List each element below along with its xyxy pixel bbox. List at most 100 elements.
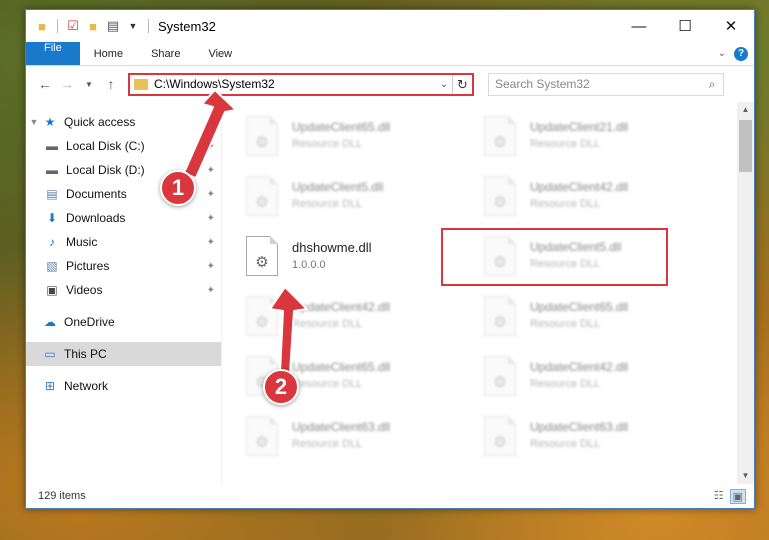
pin-icon[interactable]: ✦ — [207, 165, 215, 176]
nav-label: This PC — [64, 347, 107, 361]
minimize-button[interactable]: — — [616, 10, 662, 42]
scroll-thumb[interactable] — [739, 120, 752, 172]
drive-icon: ▬ — [46, 163, 58, 177]
drive-icon: ▬ — [46, 139, 58, 153]
file-item[interactable]: ⚙ UpdateClient63.dll Resource DLL — [484, 412, 722, 472]
dll-file-icon: ⚙ — [246, 296, 278, 336]
ribbon-tabs: File Home Share View ⌄ ? — [26, 42, 754, 66]
dll-file-icon: ⚙ — [246, 236, 278, 276]
pin-icon[interactable]: ✦ — [207, 141, 215, 152]
nav-pictures[interactable]: ▧ Pictures ✦ — [26, 254, 221, 278]
file-name: UpdateClient5.dll — [292, 180, 384, 194]
tab-share[interactable]: Share — [137, 42, 194, 65]
navigation-pane: ▼ ★ Quick access ▬ Local Disk (C:) ✦ ▬ L… — [26, 102, 222, 484]
dll-file-icon: ⚙ — [484, 176, 516, 216]
customize-toolbar-icon[interactable]: ▤ — [105, 18, 121, 34]
file-item[interactable]: ⚙ UpdateClient63.dll Resource DLL — [246, 412, 484, 472]
window-title: System32 — [158, 18, 216, 34]
file-item[interactable]: ⚙ UpdateClient65.dll Resource DLL — [484, 292, 722, 352]
nav-network[interactable]: ⊞ Network — [26, 374, 221, 398]
nav-label: Music — [66, 235, 98, 249]
nav-videos[interactable]: ▣ Videos ✦ — [26, 278, 221, 302]
pictures-icon: ▧ — [46, 259, 58, 273]
file-item[interactable]: ⚙ UpdateClient5.dll Resource DLL — [246, 172, 484, 232]
close-button[interactable]: ✕ — [708, 10, 754, 42]
file-name: UpdateClient63.dll — [530, 420, 629, 434]
nav-label: Quick access — [64, 115, 136, 129]
nav-label: Pictures — [66, 259, 110, 273]
view-toggles: ☷ ▣ — [714, 488, 754, 504]
details-view-icon[interactable]: ☷ — [714, 489, 724, 504]
nav-label: Documents — [66, 187, 127, 201]
nav-label: Videos — [66, 283, 103, 297]
file-item[interactable]: ⚙ UpdateClient65.dll Resource DLL — [246, 112, 484, 172]
nav-downloads[interactable]: ⬇ Downloads ✦ — [26, 206, 221, 230]
pin-icon[interactable]: ✦ — [207, 285, 215, 296]
tab-view[interactable]: View — [194, 42, 246, 65]
window-controls: — ☐ ✕ — [616, 10, 754, 42]
file-description: Resource DLL — [292, 378, 363, 390]
forward-arrow-icon[interactable]: → — [56, 76, 78, 92]
toolbar-divider — [148, 19, 149, 33]
pin-icon[interactable]: ✦ — [207, 261, 215, 272]
maximize-button[interactable]: ☐ — [662, 10, 708, 42]
properties-icon[interactable]: ☑ — [65, 18, 81, 34]
dll-file-icon: ⚙ — [484, 356, 516, 396]
file-description: Resource DLL — [292, 438, 363, 450]
pin-icon[interactable]: ✦ — [207, 213, 215, 224]
address-bar[interactable]: C:\Windows\System32 ⌄ ↻ — [128, 72, 474, 96]
new-folder-icon[interactable]: ■ — [85, 18, 101, 34]
dll-file-icon: ⚙ — [246, 176, 278, 216]
videos-icon: ▣ — [46, 283, 58, 297]
chevron-down-icon[interactable]: ▼ — [26, 117, 42, 127]
chevron-down-icon[interactable]: ⌄ — [436, 79, 452, 90]
tab-home[interactable]: Home — [80, 42, 137, 65]
network-icon: ⊞ — [44, 379, 56, 393]
help-icon[interactable]: ? — [734, 46, 748, 61]
star-icon: ★ — [44, 115, 56, 129]
file-name: UpdateClient42.dll — [292, 300, 391, 314]
folder-icon: ■ — [38, 18, 46, 34]
quick-access-toolbar: ■ ☑ ■ ▤ ▼ — [26, 18, 152, 34]
file-name: UpdateClient63.dll — [292, 420, 391, 434]
file-name: UpdateClient42.dll — [530, 360, 629, 374]
up-arrow-icon[interactable]: ↑ — [100, 76, 122, 92]
scroll-up-icon[interactable]: ▲ — [737, 102, 754, 118]
pin-icon[interactable]: ✦ — [207, 237, 215, 248]
search-input[interactable]: Search System32 ⌕ — [488, 72, 724, 96]
nav-onedrive[interactable]: ☁ OneDrive — [26, 310, 221, 334]
tab-file[interactable]: File — [26, 42, 80, 65]
vertical-scrollbar[interactable]: ▲ ▼ — [737, 102, 754, 484]
scroll-down-icon[interactable]: ▼ — [737, 468, 754, 484]
nav-label: Local Disk (C:) — [66, 139, 145, 153]
file-name: UpdateClient65.dll — [530, 300, 629, 314]
file-item[interactable]: ⚙ UpdateClient42.dll Resource DLL — [484, 352, 722, 412]
nav-this-pc[interactable]: ▭ This PC — [26, 342, 221, 366]
pin-icon[interactable]: ✦ — [207, 189, 215, 200]
nav-label: OneDrive — [64, 315, 115, 329]
search-placeholder: Search System32 — [495, 77, 590, 91]
large-icons-view-icon[interactable]: ▣ — [729, 488, 746, 504]
address-path[interactable]: C:\Windows\System32 — [154, 77, 436, 91]
expand-ribbon-icon[interactable]: ⌄ — [718, 48, 726, 59]
nav-quick-access[interactable]: ▼ ★ Quick access — [26, 110, 221, 134]
file-description: Resource DLL — [292, 198, 363, 210]
file-name: UpdateClient65.dll — [292, 120, 391, 134]
dll-file-icon: ⚙ — [484, 416, 516, 456]
search-icon[interactable]: ⌕ — [701, 77, 723, 92]
chevron-down-icon[interactable]: ▼ — [125, 18, 141, 34]
nav-music[interactable]: ♪ Music ✦ — [26, 230, 221, 254]
computer-icon: ▭ — [44, 347, 56, 361]
file-item[interactable]: ⚙ UpdateClient42.dll Resource DLL — [246, 292, 484, 352]
nav-local-disk-c[interactable]: ▬ Local Disk (C:) ✦ — [26, 134, 221, 158]
file-item[interactable]: ⚙ UpdateClient42.dll Resource DLL — [484, 172, 722, 232]
recent-locations-icon[interactable]: ▼ — [78, 80, 100, 89]
refresh-icon[interactable]: ↻ — [452, 74, 472, 94]
file-name: UpdateClient21.dll — [530, 120, 629, 134]
dll-file-icon: ⚙ — [246, 416, 278, 456]
file-item[interactable]: ⚙ UpdateClient21.dll Resource DLL — [484, 112, 722, 172]
back-arrow-icon[interactable]: ← — [34, 76, 56, 92]
file-name: UpdateClient42.dll — [530, 180, 629, 194]
file-explorer-window: ■ ☑ ■ ▤ ▼ System32 — ☐ ✕ File Home Share… — [25, 9, 755, 509]
